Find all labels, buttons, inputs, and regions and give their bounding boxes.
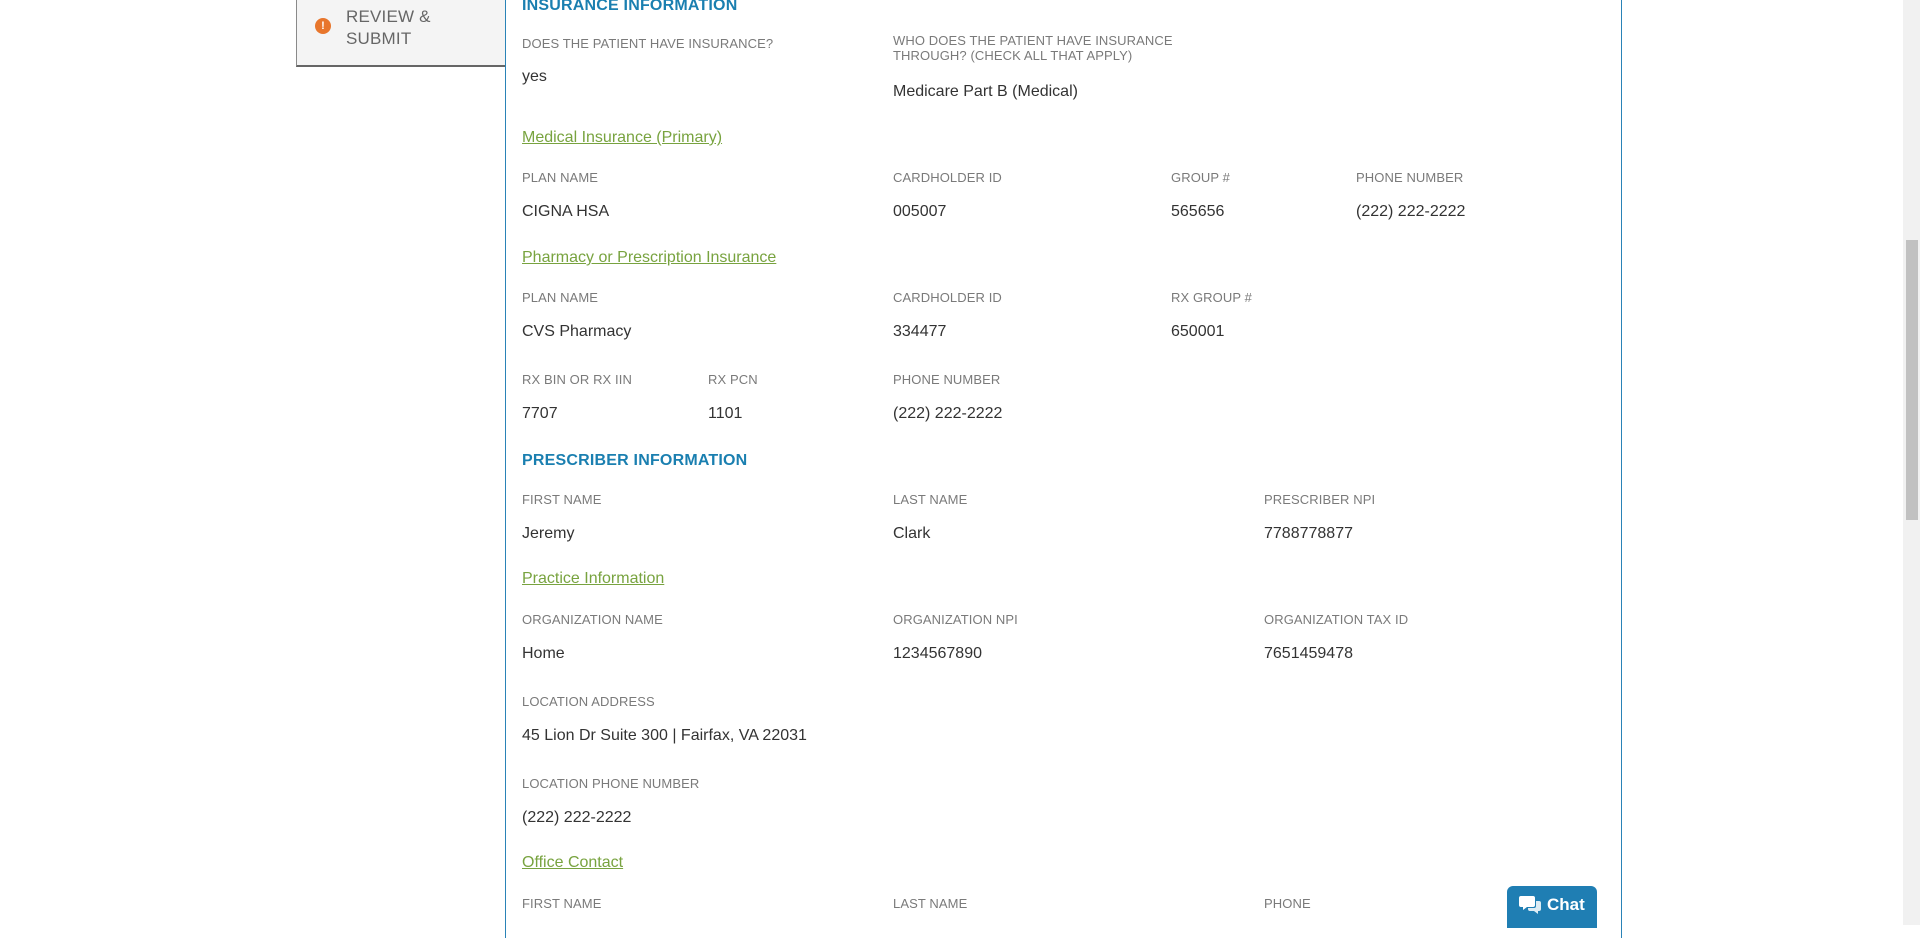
chat-bubbles-icon [1519, 896, 1541, 914]
review-panel: INSURANCE INFORMATION DOES THE PATIENT H… [505, 0, 1622, 938]
insurance-section-title: INSURANCE INFORMATION [522, 0, 738, 14]
pharmacy-plan-value: CVS Pharmacy [522, 323, 632, 340]
practice-info-title: Practice Information [522, 570, 665, 587]
pharmacy-cardholder-value: 334477 [893, 323, 947, 340]
medical-plan-label: PLAN NAME [522, 170, 599, 185]
prescriber-section-title: PRESCRIBER INFORMATION [522, 452, 748, 469]
pharmacy-rxgroup-value: 650001 [1171, 323, 1225, 340]
org-npi-label: ORGANIZATION NPI [893, 612, 1018, 627]
org-tax-value: 7651459478 [1264, 645, 1353, 662]
pharmacy-phone-label: PHONE NUMBER [893, 372, 1001, 387]
office-first-label: FIRST NAME [522, 896, 602, 911]
pharmacy-phone-value: (222) 222-2222 [893, 405, 1003, 422]
pharmacy-plan-label: PLAN NAME [522, 290, 599, 305]
org-name-value: Home [522, 645, 565, 662]
prescriber-first-label: FIRST NAME [522, 492, 602, 507]
has-insurance-value: yes [522, 68, 547, 85]
location-phone-value: (222) 222-2222 [522, 809, 632, 826]
alert-icon: ! [315, 18, 331, 34]
pharmacy-rxbin-label: RX BIN OR RX IIN [522, 372, 632, 387]
org-npi-value: 1234567890 [893, 645, 982, 662]
org-name-label: ORGANIZATION NAME [522, 612, 663, 627]
has-insurance-label: DOES THE PATIENT HAVE INSURANCE? [522, 36, 774, 51]
step-nav-review-submit[interactable]: ! REVIEW & SUBMIT [296, 0, 506, 67]
insurance-through-label: WHO DOES THE PATIENT HAVE INSURANCE THRO… [893, 33, 1173, 63]
medical-cardholder-value: 005007 [893, 203, 947, 220]
prescriber-last-label: LAST NAME [893, 492, 968, 507]
prescriber-npi-value: 7788778877 [1264, 525, 1353, 542]
location-address-label: LOCATION ADDRESS [522, 694, 655, 709]
medical-phone-value: (222) 222-2222 [1356, 203, 1466, 220]
pharmacy-rxpcn-value: 1101 [708, 405, 743, 422]
pharmacy-insurance-title: Pharmacy or Prescription Insurance [522, 249, 777, 266]
chat-label: Chat [1547, 895, 1585, 914]
medical-cardholder-label: CARDHOLDER ID [893, 170, 1002, 185]
pharmacy-rxbin-value: 7707 [522, 405, 558, 422]
prescriber-last-value: Clark [893, 525, 931, 542]
location-phone-label: LOCATION PHONE NUMBER [522, 776, 700, 791]
page-scrollbar[interactable] [1903, 0, 1920, 925]
chat-button[interactable]: Chat [1507, 886, 1597, 928]
location-address-value: 45 Lion Dr Suite 300 | Fairfax, VA 22031 [522, 727, 807, 744]
step-label: REVIEW & SUBMIT [346, 7, 431, 48]
pharmacy-rxgroup-label: RX GROUP # [1171, 290, 1252, 305]
prescriber-first-value: Jeremy [522, 525, 575, 542]
office-contact-title: Office Contact [522, 854, 624, 871]
pharmacy-cardholder-label: CARDHOLDER ID [893, 290, 1002, 305]
org-tax-label: ORGANIZATION TAX ID [1264, 612, 1409, 627]
insurance-through-value: Medicare Part B (Medical) [893, 83, 1078, 100]
medical-group-label: GROUP # [1171, 170, 1230, 185]
medical-plan-value: CIGNA HSA [522, 203, 610, 220]
office-last-label: LAST NAME [893, 896, 968, 911]
scrollbar-thumb[interactable] [1906, 240, 1918, 520]
prescriber-npi-label: PRESCRIBER NPI [1264, 492, 1376, 507]
medical-group-value: 565656 [1171, 203, 1225, 220]
office-phone-label: PHONE [1264, 896, 1311, 911]
pharmacy-rxpcn-label: RX PCN [708, 372, 758, 387]
medical-insurance-title: Medical Insurance (Primary) [522, 129, 723, 146]
medical-phone-label: PHONE NUMBER [1356, 170, 1464, 185]
